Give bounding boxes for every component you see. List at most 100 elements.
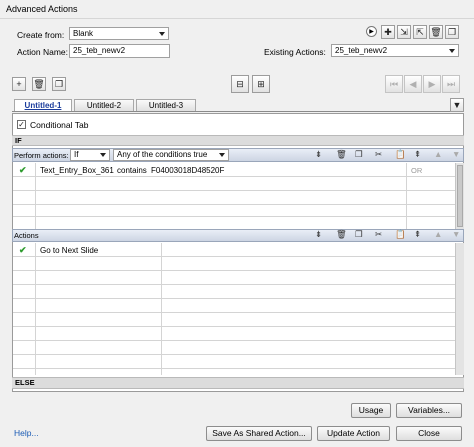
condition-value-cell[interactable]: F04003018D48520F	[151, 166, 224, 175]
next-icon: ▶	[428, 78, 436, 89]
usage-button[interactable]: Usage	[351, 403, 391, 418]
title-bar: Advanced Actions	[0, 0, 474, 19]
tab-label: Untitled-1	[24, 101, 62, 110]
previous-icon: ◀	[409, 78, 417, 89]
move-down-icon[interactable]: ▼	[452, 229, 460, 239]
play-icon[interactable]: ▶	[366, 26, 377, 37]
actions-grid	[13, 243, 455, 375]
delete-icon[interactable]: 🗑	[336, 229, 347, 240]
collapse-icon: ⊟	[236, 78, 244, 89]
move-down-icon[interactable]: ▼	[452, 149, 460, 159]
tab-list-button[interactable]: ▼	[450, 98, 464, 112]
perform-actions-dropdown[interactable]: If	[70, 149, 110, 161]
copy-icon[interactable]: ❐	[355, 149, 363, 160]
condition-value: Any of the conditions true	[117, 150, 208, 159]
existing-actions-dropdown[interactable]: 25_teb_newv2	[331, 44, 459, 57]
action-name-label: Action Name:	[17, 47, 69, 57]
table-row[interactable]	[13, 341, 455, 355]
add-action-button[interactable]: ✚	[381, 25, 395, 39]
delete-tab-button[interactable]: 🗑	[32, 77, 46, 91]
delete-action-button[interactable]: 🗑	[429, 25, 443, 39]
condition-logic[interactable]: OR	[411, 166, 422, 175]
add-tab-button[interactable]: +	[12, 77, 26, 91]
insert-above-icon[interactable]: ⇟	[315, 149, 322, 160]
import-button[interactable]: ⇲	[397, 25, 411, 39]
move-up-icon[interactable]: ▲	[434, 149, 442, 159]
variables-button[interactable]: Variables...	[396, 403, 462, 418]
conditions-scrollbar[interactable]	[455, 163, 464, 229]
chevron-down-icon	[219, 153, 225, 157]
condition-variable[interactable]: Text_Entry_Box_361	[40, 166, 114, 175]
table-row[interactable]	[13, 285, 455, 299]
conditional-tab-checkbox[interactable]: ✓	[17, 120, 26, 129]
copy-icon: ❐	[54, 78, 64, 89]
help-link[interactable]: Help...	[14, 428, 39, 438]
add-icon: +	[16, 78, 22, 89]
collapse-button[interactable]: ⊟	[231, 75, 249, 93]
tab-bar-line	[12, 111, 464, 112]
table-row[interactable]	[13, 271, 455, 285]
table-row[interactable]	[13, 177, 455, 191]
perform-actions-label: Perform actions:	[14, 151, 69, 160]
tab-untitled-3[interactable]: Untitled-3	[136, 99, 196, 111]
check-icon: ✔	[19, 165, 27, 175]
existing-actions-value: 25_teb_newv2	[335, 46, 388, 55]
copy-tab-button[interactable]: ❐	[52, 77, 66, 91]
delete-icon: 🗑	[430, 26, 442, 37]
create-from-label: Create from:	[17, 30, 65, 40]
cut-icon[interactable]: ✂	[375, 229, 382, 240]
move-up-icon[interactable]: ▲	[434, 229, 442, 239]
action-name-input[interactable]: 25_teb_newv2	[69, 44, 170, 58]
column-divider	[35, 163, 36, 229]
create-from-dropdown[interactable]: Blank	[69, 27, 169, 40]
table-row[interactable]	[13, 327, 455, 341]
duplicate-action-button[interactable]: ❐	[445, 25, 459, 39]
insert-below-icon[interactable]: ⇞	[414, 149, 421, 160]
save-shared-action-button[interactable]: Save As Shared Action...	[206, 426, 312, 441]
close-button[interactable]: Close	[396, 426, 462, 441]
expand-button[interactable]: ⊞	[252, 75, 270, 93]
tab-untitled-2[interactable]: Untitled-2	[74, 99, 134, 111]
cut-icon[interactable]: ✂	[375, 149, 382, 160]
column-divider	[35, 243, 36, 375]
tab-label: Untitled-3	[148, 101, 184, 110]
chevron-down-icon	[159, 32, 165, 36]
actions-label: Actions	[14, 231, 39, 240]
copy-icon[interactable]: ❐	[355, 229, 363, 240]
if-label: IF	[15, 136, 22, 145]
export-button[interactable]: ⇱	[413, 25, 427, 39]
tab-untitled-1[interactable]: Untitled-1	[14, 99, 72, 111]
actions-scrollbar[interactable]	[455, 243, 464, 375]
add-icon: ✚	[384, 26, 392, 37]
insert-above-icon[interactable]: ⇟	[315, 229, 322, 240]
column-divider	[406, 163, 407, 229]
perform-actions-value: If	[74, 150, 79, 159]
table-row[interactable]	[13, 191, 455, 205]
action-cell[interactable]: Go to Next Slide	[40, 246, 98, 255]
chevron-down-icon	[449, 49, 455, 53]
create-from-value: Blank	[73, 29, 94, 38]
insert-below-icon[interactable]: ⇞	[414, 229, 421, 240]
conditional-tab-label: Conditional Tab	[30, 120, 89, 130]
condition-operator[interactable]: contains	[117, 166, 147, 175]
next-button[interactable]: ▶	[423, 75, 441, 93]
table-row[interactable]	[13, 205, 455, 217]
last-button[interactable]: ⏭	[442, 75, 460, 93]
paste-icon[interactable]: 📋	[395, 229, 406, 240]
table-row[interactable]	[13, 313, 455, 327]
chevron-down-icon	[100, 153, 106, 157]
table-row[interactable]	[13, 355, 455, 369]
first-icon: ⏮	[389, 78, 399, 89]
delete-icon[interactable]: 🗑	[336, 149, 347, 160]
previous-button[interactable]: ◀	[404, 75, 422, 93]
else-section-header[interactable]: ELSE	[12, 377, 464, 389]
if-section-header: IF	[12, 135, 464, 146]
first-button[interactable]: ⏮	[385, 75, 403, 93]
else-label: ELSE	[15, 378, 35, 387]
table-row[interactable]	[13, 257, 455, 271]
condition-dropdown[interactable]: Any of the conditions true	[113, 149, 229, 161]
scrollbar-thumb[interactable]	[457, 165, 463, 227]
table-row[interactable]	[13, 299, 455, 313]
paste-icon[interactable]: 📋	[395, 149, 406, 160]
update-action-button[interactable]: Update Action	[317, 426, 390, 441]
